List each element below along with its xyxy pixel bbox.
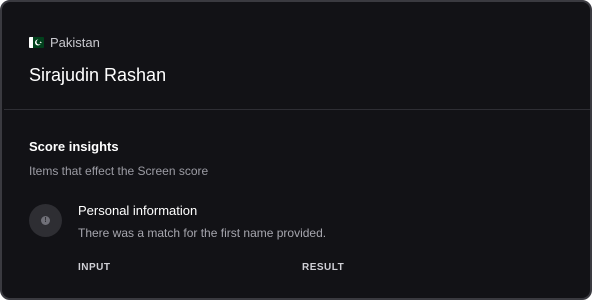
insight-description: There was a match for the first name pro… xyxy=(78,226,327,240)
info-icon: ! xyxy=(29,204,62,237)
pakistan-flag-icon xyxy=(29,36,44,48)
country-row: Pakistan xyxy=(29,34,100,50)
country-label: Pakistan xyxy=(50,34,100,50)
insight-title: Personal information xyxy=(78,203,198,218)
column-header-input: INPUT xyxy=(78,262,111,273)
divider xyxy=(4,109,590,110)
section-title: Score insights xyxy=(29,139,119,154)
column-header-result: RESULT xyxy=(302,262,345,273)
section-subtitle: Items that effect the Screen score xyxy=(29,164,209,178)
person-name: Sirajudin Rashan xyxy=(29,65,167,85)
screen-result-panel: Pakistan Sirajudin Rashan Score insights… xyxy=(0,0,592,300)
